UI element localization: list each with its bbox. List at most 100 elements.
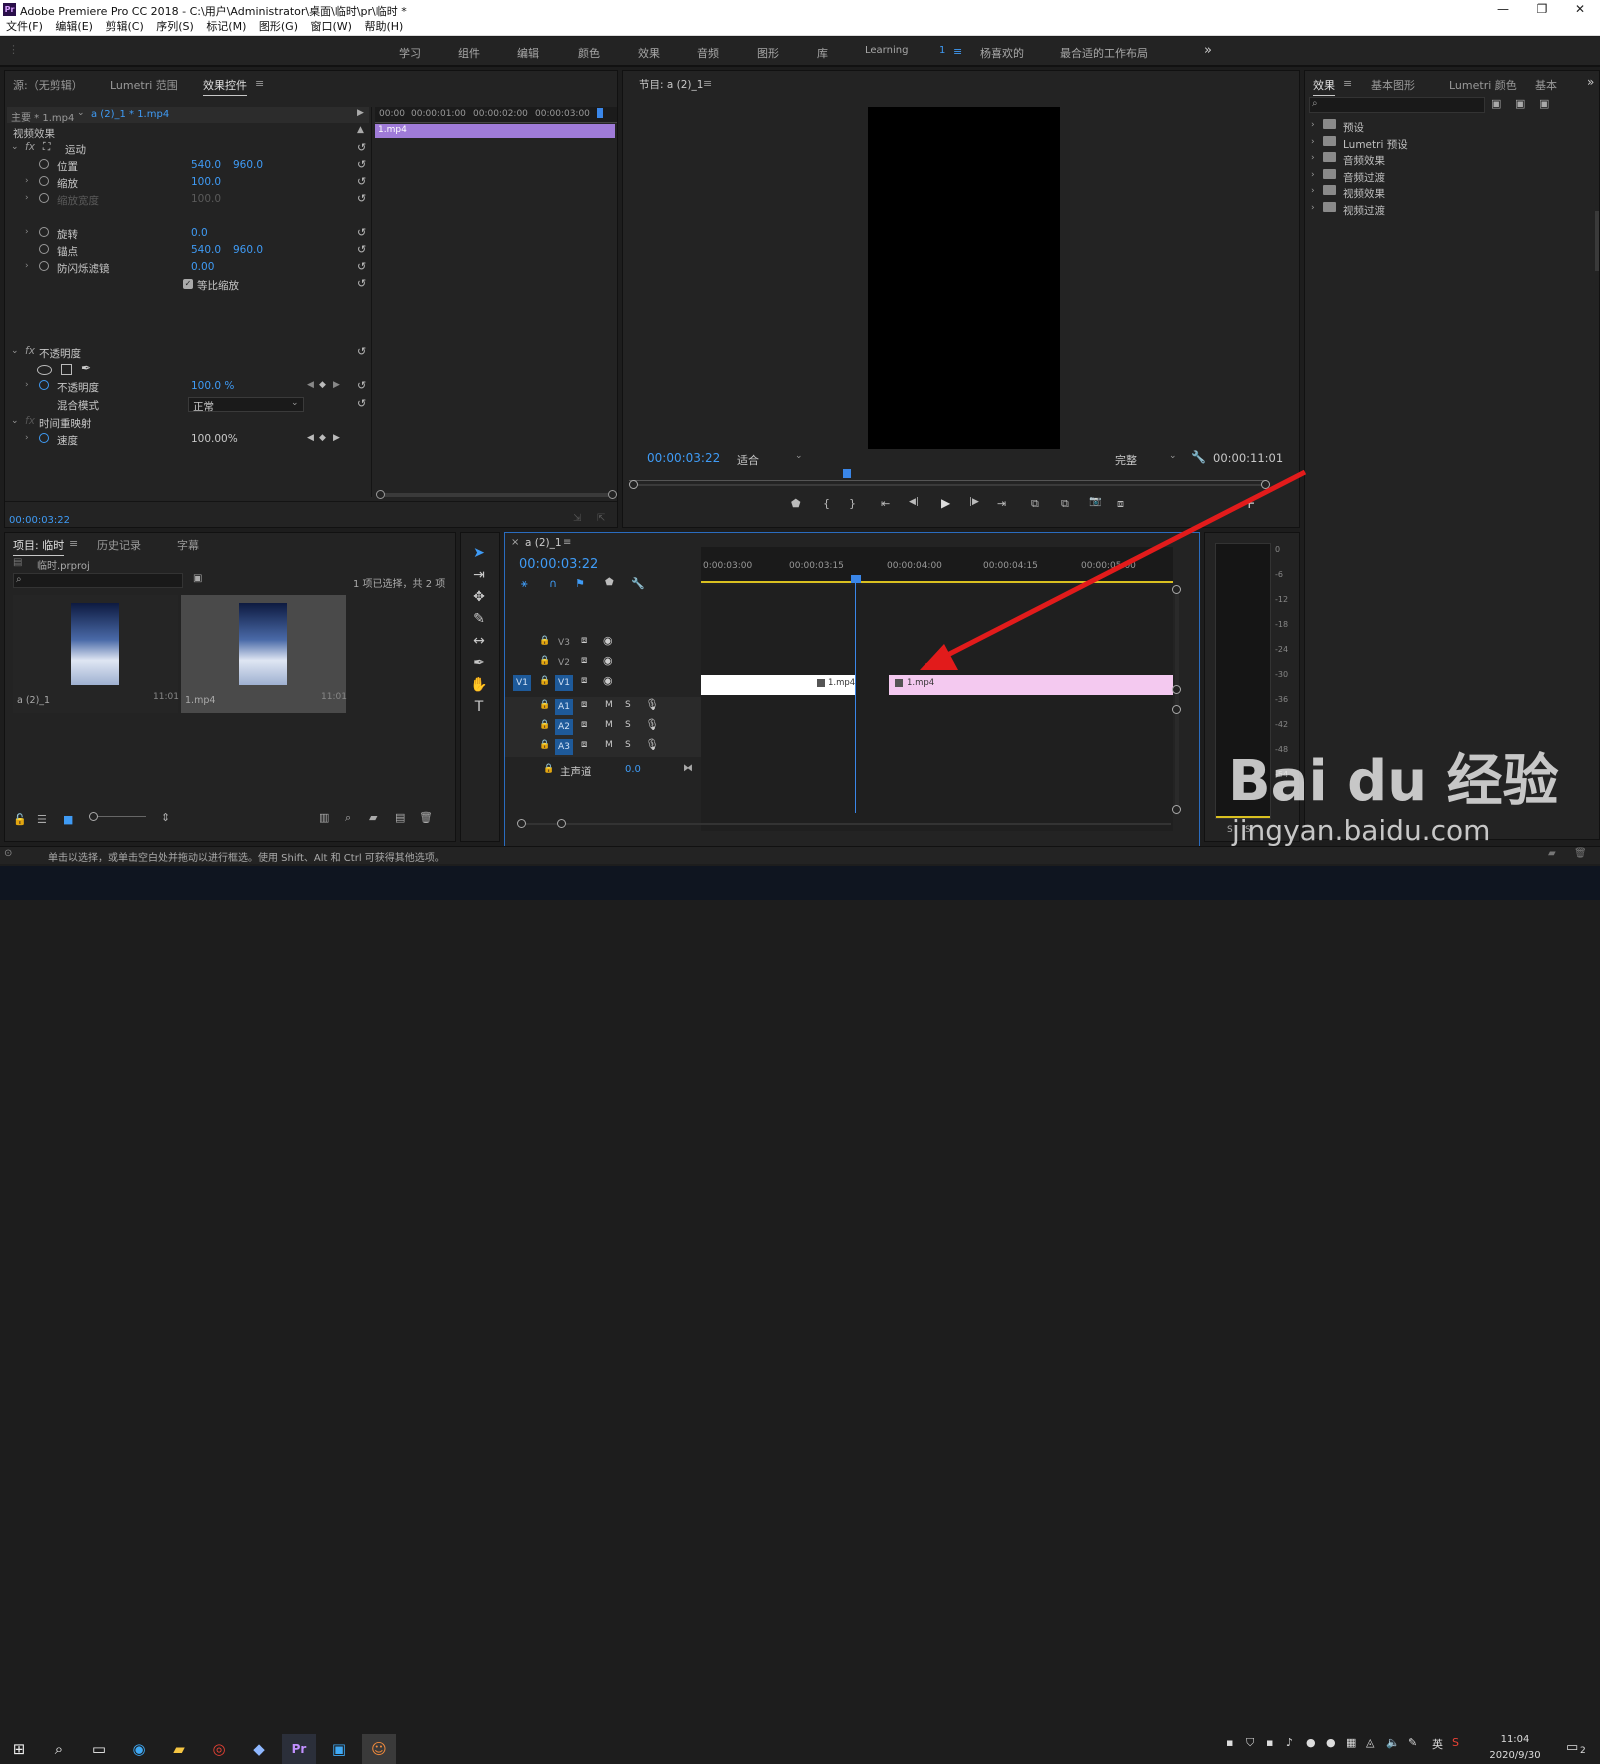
prev-keyframe-icon[interactable]: ◀: [307, 380, 314, 390]
ec-playhead[interactable]: [597, 108, 603, 118]
trash-icon[interactable]: 🗑: [1574, 848, 1587, 859]
fit-select[interactable]: 适合 ⌄: [735, 451, 805, 467]
next-keyframe-icon[interactable]: ▶: [333, 433, 340, 443]
maximize-button[interactable]: ❐: [1522, 0, 1562, 19]
find-icon[interactable]: ⌕: [345, 811, 351, 825]
volume-icon[interactable]: 🔈: [1386, 1736, 1400, 1749]
tab-essential[interactable]: 基本: [1535, 77, 1557, 93]
tab-essential-graphics[interactable]: 基本图形: [1371, 77, 1415, 93]
track-target-button[interactable]: V3: [555, 635, 573, 651]
tray-icon[interactable]: ▪: [1266, 1736, 1273, 1749]
32bit-effects-icon[interactable]: ▣: [1515, 97, 1525, 110]
track-target-button[interactable]: A3: [555, 739, 573, 755]
eye-icon[interactable]: ◉: [603, 634, 613, 647]
chevron-right-icon[interactable]: ›: [1311, 170, 1315, 180]
timeline-timecode[interactable]: 00:00:03:22: [519, 557, 598, 572]
master-clip-label[interactable]: 主要 * 1.mp4: [11, 109, 74, 124]
workspace-editing[interactable]: 编辑: [517, 45, 539, 61]
reset-icon[interactable]: ↺: [357, 397, 366, 410]
add-marker-icon[interactable]: ⬟: [605, 577, 614, 588]
stopwatch-icon[interactable]: [39, 193, 49, 203]
workspace-color[interactable]: 颜色: [578, 45, 600, 61]
track-select-tool-icon[interactable]: ⇥: [469, 565, 489, 585]
new-bin-from-search-icon[interactable]: ▣: [193, 573, 202, 584]
chevron-right-icon[interactable]: ›: [1311, 137, 1315, 147]
stopwatch-icon[interactable]: [39, 159, 49, 169]
wifi-icon[interactable]: ◬: [1366, 1736, 1374, 1749]
tray-icon[interactable]: ●: [1326, 1736, 1336, 1749]
ec-clip-bar[interactable]: 1.mp4: [375, 124, 615, 138]
reset-icon[interactable]: ↺: [357, 141, 366, 154]
prev-keyframe-icon[interactable]: ◀: [307, 433, 314, 443]
tab-captions[interactable]: 字幕: [177, 537, 199, 553]
workspace-graphics[interactable]: 图形: [757, 45, 779, 61]
next-keyframe-icon[interactable]: ▶: [333, 380, 340, 390]
program-playhead[interactable]: [843, 469, 851, 478]
nest-icon[interactable]: ⚹: [521, 577, 528, 591]
sync-lock-icon[interactable]: ⧈: [581, 635, 587, 646]
trash-icon[interactable]: 🗑: [419, 811, 433, 824]
scroll-handle[interactable]: [376, 490, 385, 499]
ec-horizontal-scrollbar[interactable]: [376, 490, 617, 499]
tray-icon[interactable]: ●: [1306, 1736, 1316, 1749]
track-target-button[interactable]: A2: [555, 719, 573, 735]
timeline-horizontal-scrollbar[interactable]: [517, 819, 1171, 828]
transform-box-icon[interactable]: ⛶: [43, 141, 50, 154]
yuv-effects-icon[interactable]: ▣: [1539, 97, 1549, 110]
solo-button[interactable]: S: [625, 700, 631, 710]
lock-icon[interactable]: 🔒: [539, 700, 550, 710]
source-patch-button[interactable]: V1: [513, 675, 531, 691]
chevron-right-icon[interactable]: ›: [1311, 186, 1315, 196]
reset-icon[interactable]: ↺: [357, 158, 366, 171]
hand-tool-icon[interactable]: ✋: [469, 675, 489, 695]
windows-start-icon[interactable]: ⊞: [2, 1734, 36, 1764]
scroll-handle[interactable]: [608, 490, 617, 499]
type-tool-icon[interactable]: T: [469, 697, 489, 717]
fx-icon[interactable]: fx: [25, 345, 35, 357]
opacity-value[interactable]: 100.0 %: [191, 380, 234, 392]
app-tray-icon[interactable]: S: [1452, 1736, 1459, 1749]
app-icon[interactable]: ◆: [242, 1734, 276, 1764]
file-explorer-icon[interactable]: ▰: [162, 1734, 196, 1764]
menu-graphics[interactable]: 图形(G): [259, 19, 298, 35]
project-search-input[interactable]: ⌕: [13, 573, 183, 588]
list-view-icon[interactable]: ☰: [37, 813, 47, 826]
program-monitor-title[interactable]: 节目: a (2)_1: [639, 77, 703, 92]
tab-sequence[interactable]: a (2)_1: [525, 537, 562, 549]
timeline-playhead-handle[interactable]: [851, 575, 861, 583]
close-tab-icon[interactable]: ×: [511, 537, 519, 548]
microphone-icon[interactable]: 🎙: [645, 698, 659, 711]
chevron-down-icon[interactable]: ⌄: [11, 142, 19, 152]
chevron-down-icon[interactable]: ⌄: [11, 416, 19, 426]
shield-icon[interactable]: ⛉: [1246, 1736, 1254, 1750]
project-item-selected[interactable]: 1.mp4 11:01: [181, 595, 347, 713]
add-keyframe-icon[interactable]: ◆: [319, 380, 326, 390]
ellipse-mask-icon[interactable]: [37, 365, 52, 375]
reset-icon[interactable]: ↺: [357, 226, 366, 239]
uniform-scale-checkbox[interactable]: ✓: [183, 279, 193, 289]
sync-lock-icon[interactable]: ⧈: [581, 739, 587, 750]
property-value[interactable]: 0.00: [191, 261, 214, 273]
microphone-icon[interactable]: 🎙: [645, 738, 659, 751]
menu-file[interactable]: 文件(F): [6, 19, 43, 35]
panel-menu-icon[interactable]: ≡: [703, 77, 712, 90]
stopwatch-icon[interactable]: [39, 433, 49, 443]
lock-icon[interactable]: 🔒: [539, 676, 550, 686]
workspace-audio[interactable]: 音频: [697, 45, 719, 61]
scroll-handle[interactable]: [557, 819, 566, 828]
go-to-master-icon[interactable]: ⧓: [683, 763, 693, 774]
wrench-icon[interactable]: 🔧: [631, 577, 645, 590]
property-value[interactable]: 0.0: [191, 227, 208, 239]
stopwatch-icon[interactable]: [39, 380, 49, 390]
scroll-handle[interactable]: [517, 819, 526, 828]
selection-tool-icon[interactable]: ➤: [469, 543, 489, 563]
property-value[interactable]: 100.0: [191, 176, 221, 188]
sync-lock-icon[interactable]: ⧈: [581, 655, 587, 666]
sync-lock-icon[interactable]: ⧈: [581, 699, 587, 710]
workspace-more-icon[interactable]: »: [1204, 43, 1212, 58]
chevron-down-icon[interactable]: ⌄: [77, 108, 85, 118]
property-value[interactable]: 100.0: [191, 193, 221, 205]
workspace-effects[interactable]: 效果: [638, 45, 660, 61]
property-value-secondary[interactable]: 960.0: [233, 159, 263, 171]
accelerated-effects-icon[interactable]: ▣: [1491, 97, 1501, 110]
